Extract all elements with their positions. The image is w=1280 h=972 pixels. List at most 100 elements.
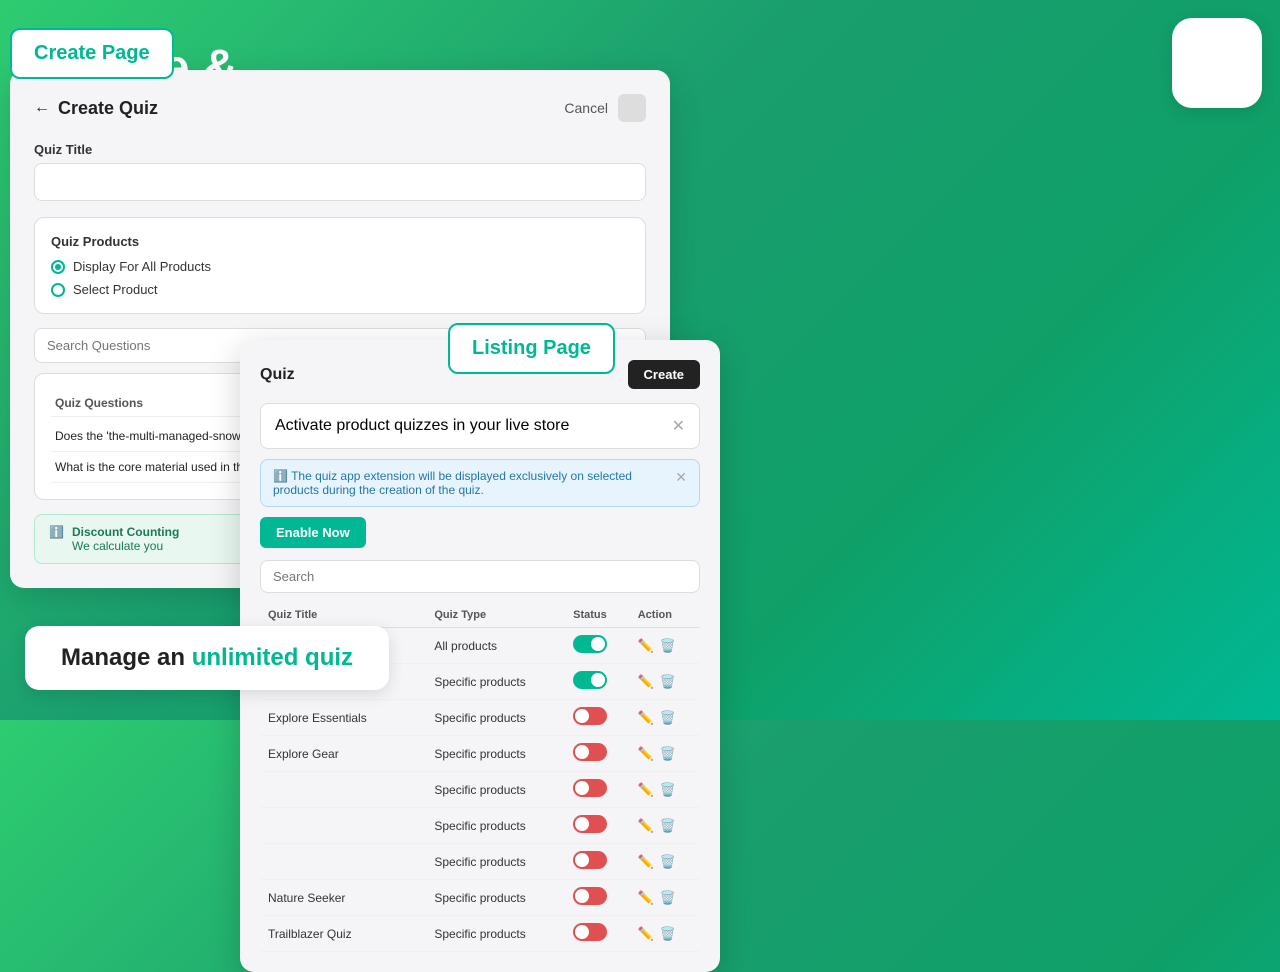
enable-now-button[interactable]: Enable Now [260,517,366,548]
listing-page-tab[interactable]: Listing Page [448,323,615,374]
row-action-icons: ✏️ 🗑️ [638,638,692,654]
toggle-on[interactable] [573,671,607,689]
toggle-off[interactable] [573,815,607,833]
row-status [565,916,630,952]
close-activate-icon[interactable]: ✕ [672,416,685,436]
toggle-off[interactable] [573,707,607,725]
delete-icon[interactable]: 🗑️ [660,890,676,906]
table-row: Explore GearSpecific products ✏️ 🗑️ [260,736,700,772]
row-quiz-title: Explore Essentials [260,700,426,736]
delete-icon[interactable]: 🗑️ [660,782,676,798]
row-quiz-type: Specific products [426,700,565,736]
col-quiz-title: Quiz Title [260,603,426,628]
delete-icon[interactable]: 🗑️ [660,926,676,942]
listing-panel-title: Quiz [260,366,295,384]
edit-icon[interactable]: ✏️ [638,746,654,762]
row-quiz-type: All products [426,628,565,664]
table-row: Specific products✏️🗑️ [260,844,700,880]
close-info-banner[interactable]: ✕ [675,469,687,486]
toggle-off[interactable] [573,743,607,761]
edit-icon[interactable]: ✏️ [638,854,654,870]
col-status: Status [565,603,630,628]
quiz-products-label: Quiz Products [51,234,629,249]
radio-select-product[interactable]: Select Product [51,282,629,297]
edit-icon[interactable]: ✏️ [638,818,654,834]
panel-title: ← Create Quiz [34,98,158,119]
row-action-icons: ✏️ 🗑️ [638,674,692,690]
table-row: Explore EssentialsSpecific products ✏️ 🗑️ [260,700,700,736]
edit-icon[interactable]: ✏️ [638,782,654,798]
row-action-icons: ✏️ 🗑️ [638,926,692,942]
info-icon: ℹ️ [49,525,64,539]
edit-icon[interactable]: ✏️ [638,926,654,942]
radio-dot-all [51,260,65,274]
create-page-tab[interactable]: Create Page [10,28,174,79]
listing-search-input[interactable] [260,560,700,593]
row-actions: ✏️ 🗑️ [630,808,700,844]
row-action-icons: ✏️ 🗑️ [638,710,692,726]
delete-icon[interactable]: 🗑️ [660,710,676,726]
row-actions: ✏️ 🗑️ [630,664,700,700]
row-status [565,844,630,880]
row-actions: ✏️ 🗑️ [630,916,700,952]
row-status [565,736,630,772]
delete-icon[interactable]: 🗑️ [660,818,676,834]
cancel-button[interactable]: Cancel [564,100,608,116]
toggle-off[interactable] [573,887,607,905]
row-quiz-title [260,844,426,880]
panel-header: ← Create Quiz Cancel [34,94,646,122]
radio-all-products[interactable]: Display For All Products [51,259,629,274]
toggle-off[interactable] [573,851,607,869]
row-actions: ✏️ 🗑️ [630,736,700,772]
edit-icon[interactable]: ✏️ [638,890,654,906]
app-icon: 💬 [1172,18,1262,108]
row-quiz-title: Explore Gear [260,736,426,772]
radio-dot-select [51,283,65,297]
row-quiz-type: Specific products [426,772,565,808]
toggle-on[interactable] [573,635,607,653]
table-row: Nature SeekerSpecific products✏️🗑️ [260,880,700,916]
table-row: Specific products ✏️ 🗑️ [260,772,700,808]
row-quiz-title [260,808,426,844]
back-arrow-icon[interactable]: ← [34,99,50,117]
quiz-title-label: Quiz Title [34,142,646,157]
delete-icon[interactable]: 🗑️ [660,854,676,870]
activate-label: Activate product quizzes in your live st… [275,417,569,435]
row-quiz-title [260,772,426,808]
row-quiz-type: Specific products [426,880,565,916]
table-row: Specific products ✏️ 🗑️ [260,808,700,844]
row-quiz-type: Specific products [426,808,565,844]
row-action-icons: ✏️ 🗑️ [638,854,692,870]
col-action: Action [630,603,700,628]
row-actions: ✏️ 🗑️ [630,628,700,664]
col-quiz-type: Quiz Type [426,603,565,628]
row-status [565,628,630,664]
row-status [565,700,630,736]
edit-icon[interactable]: ✏️ [638,638,654,654]
row-quiz-type: Specific products [426,736,565,772]
delete-icon[interactable]: 🗑️ [660,746,676,762]
radio-group: Display For All Products Select Product [51,259,629,297]
delete-icon[interactable]: 🗑️ [660,638,676,654]
edit-icon[interactable]: ✏️ [638,710,654,726]
listing-table-head: Quiz Title Quiz Type Status Action [260,603,700,628]
row-action-icons: ✏️ 🗑️ [638,890,692,906]
row-actions: ✏️ 🗑️ [630,772,700,808]
quiz-title-input[interactable] [34,163,646,201]
activate-bar: Activate product quizzes in your live st… [260,403,700,449]
row-quiz-type: Specific products [426,664,565,700]
row-actions: ✏️ 🗑️ [630,700,700,736]
row-status [565,808,630,844]
toggle-off[interactable] [573,779,607,797]
info-banner-icon: ℹ️ [273,469,291,483]
toggle-off[interactable] [573,923,607,941]
save-icon[interactable] [618,94,646,122]
delete-icon[interactable]: 🗑️ [660,674,676,690]
row-action-icons: ✏️ 🗑️ [638,782,692,798]
row-quiz-type: Specific products [426,916,565,952]
row-actions: ✏️ 🗑️ [630,844,700,880]
listing-create-button[interactable]: Create [628,360,700,389]
row-status [565,772,630,808]
row-quiz-title: Trailblazer Quiz [260,916,426,952]
edit-icon[interactable]: ✏️ [638,674,654,690]
